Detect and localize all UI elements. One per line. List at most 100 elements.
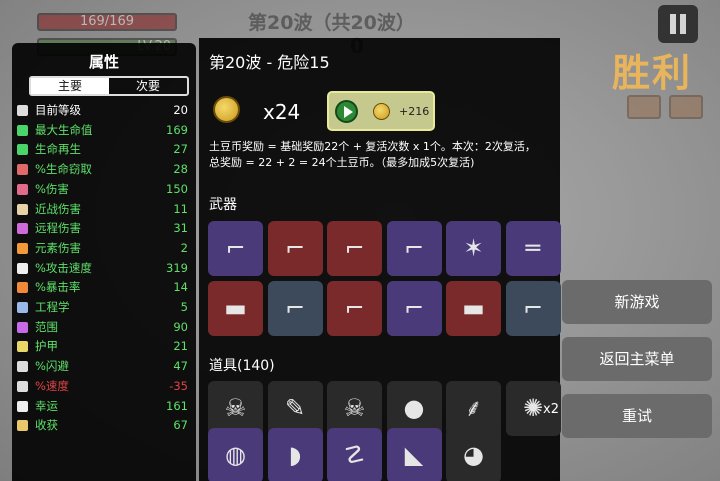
lightning-gun-weapon-icon: ⌐ [403, 294, 425, 322]
stat-row[interactable]: %速度 -35 [16, 377, 192, 396]
stat-value: 14 [173, 280, 188, 295]
stat-value: 67 [173, 418, 188, 433]
stat-row[interactable]: 护甲 21 [16, 337, 192, 356]
weapon-slot[interactable]: ⌐ [386, 281, 442, 336]
stat-label: 目前等级 [35, 103, 81, 117]
stat-label: %暴击率 [35, 280, 81, 295]
stat-row[interactable]: 范围 90 [16, 318, 192, 337]
stat-row[interactable]: 远程伤害 31 [16, 219, 192, 238]
stat-row[interactable]: 目前等级 20 [16, 101, 192, 120]
watch-ad-reward-button[interactable]: +216 [327, 91, 435, 131]
item-slot[interactable]: ☡ [327, 428, 382, 481]
speed-icon [17, 380, 28, 392]
eggs-item-icon: ● [403, 394, 425, 422]
stat-value: -35 [169, 378, 188, 393]
weapon-slot[interactable]: ▬ [446, 281, 501, 336]
stat-value: 31 [173, 221, 188, 236]
chest-icon [669, 95, 703, 119]
item-slot[interactable]: ◗ [267, 428, 323, 481]
level-icon [17, 105, 28, 116]
stat-row[interactable]: %攻击速度 319 [16, 259, 192, 278]
item-slot[interactable]: ◍ [208, 428, 263, 481]
potato-coin-icon [213, 96, 240, 123]
tab-primary[interactable]: 主要 [31, 78, 109, 94]
pause-button[interactable] [658, 5, 698, 43]
stat-row[interactable]: 最大生命值 169 [16, 121, 192, 140]
victory-title: 胜利 [612, 51, 693, 95]
stat-value: 27 [173, 142, 188, 157]
item-slot[interactable]: ◕ [446, 428, 501, 481]
stat-row[interactable]: 幸运 161 [16, 397, 192, 416]
engineering-icon [17, 302, 28, 313]
stat-row[interactable]: %生命窃取 28 [16, 160, 192, 179]
weapon-slot[interactable]: ⌐ [267, 281, 323, 336]
syringe-item-icon: ✎ [284, 394, 306, 422]
potato-item-icon: ◕ [463, 441, 484, 469]
retry-button[interactable]: 重试 [562, 394, 712, 438]
items-label: 道具(140) [209, 358, 275, 374]
glove-item-icon: ◗ [288, 441, 302, 469]
stat-row[interactable]: 近战伤害 11 [16, 200, 192, 219]
stat-row[interactable]: 元素伤害 2 [16, 239, 192, 258]
stat-label: 元素伤害 [35, 240, 81, 255]
stat-label: %生命窃取 [35, 162, 92, 177]
item-slot[interactable]: ◣ [386, 428, 442, 481]
weapon-slot[interactable]: ═ [505, 221, 561, 276]
chest-icon [627, 95, 661, 119]
heart-icon [17, 124, 28, 136]
rocket-launcher-weapon-icon: ▬ [462, 294, 485, 322]
stat-label: %伤害 [35, 181, 69, 196]
weapon-slot[interactable]: ⌐ [505, 281, 561, 336]
revolver-weapon-icon: ⌐ [284, 234, 306, 262]
stat-row[interactable]: %闪避 47 [16, 357, 192, 376]
item-quantity: x2 [543, 402, 559, 417]
tentacle-item-icon: ☡ [343, 441, 366, 469]
stat-label: 范围 [35, 319, 58, 334]
stat-row[interactable]: 生命再生 27 [16, 140, 192, 159]
weapons-label: 武器 [209, 197, 237, 213]
stat-row[interactable]: 收获 67 [16, 416, 192, 435]
stat-value: 2 [180, 240, 188, 255]
luck-icon [17, 400, 28, 412]
laser-gun-weapon-icon: ⌐ [522, 294, 544, 322]
hp-bar: 169/169 [37, 13, 177, 31]
crit-icon [17, 282, 28, 294]
stat-value: 5 [180, 300, 188, 314]
pistol-weapon-icon: ⌐ [403, 234, 425, 262]
main-menu-button[interactable]: 返回主菜单 [562, 337, 712, 381]
pause-icon [670, 14, 676, 34]
stat-value: 21 [173, 339, 188, 354]
reward-description: 土豆币奖励 = 基础奖励22个 + 复活次数 x 1个。本次：2次复活， [209, 140, 536, 153]
stat-label: 生命再生 [35, 142, 81, 157]
weapon-slot[interactable]: ▬ [208, 281, 263, 336]
stat-row[interactable]: 工程学 5 [16, 298, 192, 317]
play-icon [335, 100, 358, 123]
stats-tabs: 主要 次要 [29, 76, 189, 96]
stat-value: 20 [173, 103, 188, 117]
stat-label: 幸运 [35, 398, 58, 413]
stat-label: 护甲 [35, 339, 58, 354]
weapon-slot[interactable]: ⌐ [386, 221, 442, 276]
weapon-slot[interactable]: ⌐ [327, 221, 382, 276]
stat-label: %闪避 [35, 359, 69, 374]
stat-label: 远程伤害 [35, 221, 81, 236]
weapon-slot[interactable]: ⌐ [208, 221, 263, 276]
stat-label: 近战伤害 [35, 201, 81, 216]
stat-value: 169 [166, 122, 188, 137]
stats-panel: 属性 主要 次要 目前等级 20 最大生命值 169 生命再生 27 %生命窃取 28 %伤害 1… [12, 43, 196, 481]
wave-banner: 第20波（共20波） [248, 12, 415, 34]
stat-value: 319 [166, 260, 188, 275]
armor-icon [17, 341, 28, 353]
new-game-button[interactable]: 新游戏 [562, 280, 712, 324]
stat-value: 47 [173, 359, 188, 374]
tab-secondary[interactable]: 次要 [109, 78, 187, 94]
stat-label: %攻击速度 [35, 260, 92, 275]
stat-row[interactable]: %暴击率 14 [16, 278, 192, 297]
crossbow-weapon-icon: ✶ [463, 234, 484, 262]
potato-coin-icon [373, 103, 390, 120]
weapon-slot[interactable]: ⌐ [267, 221, 323, 276]
stat-value: 150 [166, 181, 188, 196]
weapon-slot[interactable]: ✶ [446, 221, 501, 276]
weapon-slot[interactable]: ⌐ [327, 281, 382, 336]
stat-row[interactable]: %伤害 150 [16, 180, 192, 199]
